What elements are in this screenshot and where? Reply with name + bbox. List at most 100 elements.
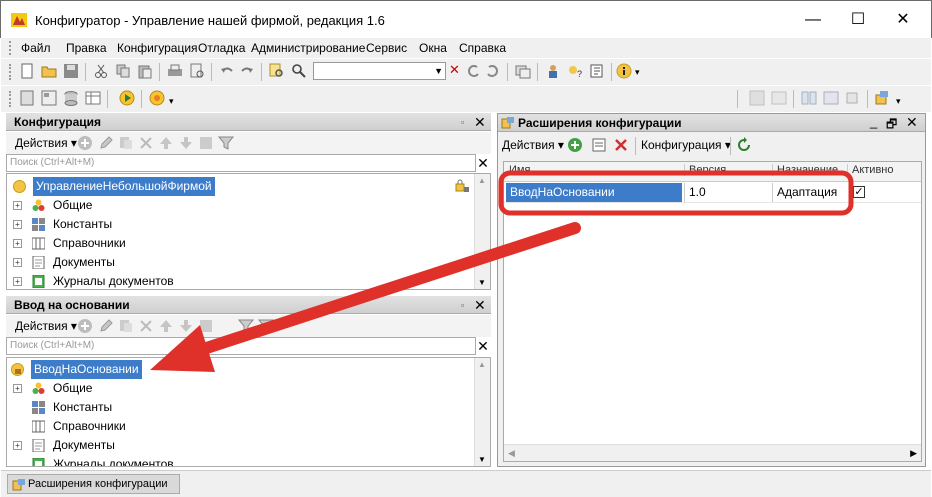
- delete-icon[interactable]: [138, 318, 154, 334]
- clear-search-icon[interactable]: ✕: [477, 339, 489, 353]
- move-up-icon[interactable]: [158, 318, 174, 334]
- compare-icon[interactable]: [801, 90, 817, 106]
- expand-icon[interactable]: +: [13, 384, 22, 393]
- clear-search-icon[interactable]: ✕: [449, 62, 460, 78]
- repository-icon[interactable]: [874, 90, 890, 106]
- check-icon[interactable]: [749, 90, 765, 106]
- menu-windows[interactable]: Окна: [419, 41, 447, 55]
- minimize-button[interactable]: —: [791, 5, 835, 35]
- refresh-icon[interactable]: [736, 137, 752, 153]
- toolbar-overflow-icon[interactable]: ▾: [896, 96, 901, 107]
- toolbar-grip[interactable]: [9, 64, 12, 80]
- expand-icon[interactable]: +: [13, 220, 22, 229]
- paste-icon[interactable]: [137, 63, 153, 79]
- update-icon[interactable]: [845, 90, 861, 106]
- scroll-up-icon[interactable]: ▲: [478, 176, 486, 185]
- windows-icon[interactable]: [515, 63, 531, 79]
- save-icon[interactable]: [63, 63, 79, 79]
- config-search-input[interactable]: Поиск (Ctrl+Alt+M): [6, 154, 476, 172]
- search-combo[interactable]: ▼: [313, 62, 446, 80]
- assistant-icon[interactable]: [545, 63, 561, 79]
- column-version[interactable]: Версия: [684, 164, 726, 176]
- menu-debug[interactable]: Отладка: [198, 41, 245, 55]
- expand-icon[interactable]: +: [13, 201, 22, 210]
- minimize-panel-icon[interactable]: _: [870, 114, 877, 129]
- pin-icon[interactable]: ▫: [461, 113, 464, 131]
- filter-icon[interactable]: [218, 135, 234, 151]
- config-scrollbar[interactable]: ▲ ▼: [474, 174, 490, 289]
- expand-icon[interactable]: +: [13, 441, 22, 450]
- redo-icon[interactable]: [239, 63, 255, 79]
- active-checkbox[interactable]: ✓: [853, 186, 865, 198]
- run-debug-icon[interactable]: [119, 90, 135, 106]
- sort-icon[interactable]: [198, 135, 214, 151]
- module-icon[interactable]: [19, 90, 35, 106]
- basis-scrollbar[interactable]: ▲ ▼: [474, 358, 490, 466]
- move-down-icon[interactable]: [178, 135, 194, 151]
- find-previous-icon[interactable]: [465, 63, 481, 79]
- database-icon[interactable]: [63, 90, 79, 106]
- scroll-down-icon[interactable]: ▼: [478, 278, 486, 287]
- close-panel-icon[interactable]: ✕: [474, 296, 486, 314]
- column-active[interactable]: Активно: [847, 164, 894, 176]
- menu-service[interactable]: Сервис: [366, 41, 407, 55]
- column-name[interactable]: Имя: [509, 164, 530, 176]
- find-in-files-icon[interactable]: [269, 63, 285, 79]
- add-extension-icon[interactable]: [567, 137, 583, 153]
- enterprise-icon[interactable]: [149, 90, 165, 106]
- filter-icon[interactable]: [238, 318, 254, 334]
- delete-extension-icon[interactable]: [613, 137, 629, 153]
- actions-menu[interactable]: Действия ▾: [15, 319, 77, 333]
- checklist-icon[interactable]: [771, 90, 787, 106]
- menu-file[interactable]: Файл: [21, 41, 51, 55]
- sort-icon[interactable]: [198, 318, 214, 334]
- scroll-down-icon[interactable]: ▼: [478, 455, 486, 464]
- search-icon[interactable]: [291, 63, 307, 79]
- window-tab[interactable]: Расширения конфигурации: [7, 474, 180, 494]
- delete-icon[interactable]: [138, 135, 154, 151]
- toolbar-overflow-icon[interactable]: ▾: [169, 96, 174, 107]
- scroll-right-icon[interactable]: ▶: [910, 448, 917, 459]
- actions-menu[interactable]: Действия ▾: [502, 138, 564, 152]
- move-up-icon[interactable]: [158, 135, 174, 151]
- edit-icon[interactable]: [98, 135, 114, 151]
- close-panel-icon[interactable]: ✕: [906, 114, 918, 131]
- menu-configuration[interactable]: Конфигурация: [117, 41, 198, 55]
- expand-icon[interactable]: +: [13, 258, 22, 267]
- chevron-down-icon[interactable]: ▼: [434, 63, 443, 79]
- new-file-icon[interactable]: [19, 63, 35, 79]
- column-purpose[interactable]: Назначение: [772, 164, 838, 176]
- move-down-icon[interactable]: [178, 318, 194, 334]
- properties-icon[interactable]: [591, 137, 607, 153]
- book-icon[interactable]: [589, 63, 605, 79]
- copy-icon[interactable]: [115, 63, 131, 79]
- merge-icon[interactable]: [823, 90, 839, 106]
- info-icon[interactable]: [616, 63, 632, 79]
- add-icon[interactable]: [77, 318, 93, 334]
- clear-search-icon[interactable]: ✕: [477, 156, 489, 170]
- table-icon[interactable]: [85, 90, 101, 106]
- open-folder-icon[interactable]: [41, 63, 57, 79]
- table-row[interactable]: ВводНаОсновании 1.0 Адаптация ✓: [504, 183, 921, 203]
- menu-edit[interactable]: Правка: [66, 41, 107, 55]
- close-panel-icon[interactable]: ✕: [474, 113, 486, 131]
- print-preview-icon[interactable]: [189, 63, 205, 79]
- close-button[interactable]: ✕: [881, 5, 925, 35]
- expand-icon[interactable]: +: [13, 277, 22, 286]
- pin-icon[interactable]: ▫: [461, 296, 464, 314]
- configuration-menu[interactable]: Конфигурация ▾: [641, 138, 731, 152]
- horizontal-scrollbar[interactable]: ◀ ▶: [504, 444, 921, 461]
- form-icon[interactable]: [41, 90, 57, 106]
- menu-grip[interactable]: [9, 41, 12, 55]
- scroll-left-icon[interactable]: ◀: [508, 448, 515, 459]
- actions-menu[interactable]: Действия ▾: [15, 136, 77, 150]
- expand-icon[interactable]: +: [13, 239, 22, 248]
- find-next-icon[interactable]: [485, 63, 501, 79]
- add-icon[interactable]: [77, 135, 93, 151]
- maximize-button[interactable]: ☐: [836, 5, 880, 35]
- menu-administration[interactable]: Администрирование: [251, 41, 365, 55]
- copy-item-icon[interactable]: [118, 318, 134, 334]
- edit-icon[interactable]: [98, 318, 114, 334]
- basis-search-input[interactable]: Поиск (Ctrl+Alt+M): [6, 337, 476, 355]
- syntax-helper-icon[interactable]: ?: [567, 63, 583, 79]
